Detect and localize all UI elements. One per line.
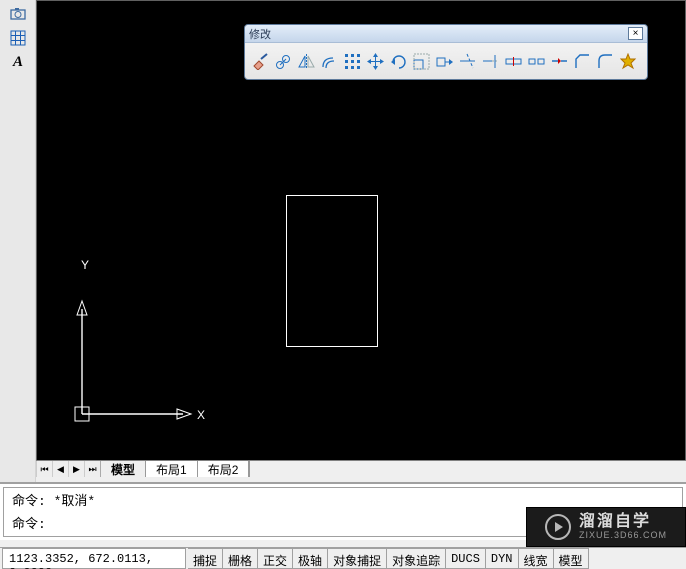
chamfer-icon[interactable]: [573, 49, 592, 73]
watermark-url: ZIXUE.3D66.COM: [579, 531, 667, 541]
ucs-icon: Y X: [55, 249, 215, 449]
tab-layout2[interactable]: 布局2: [198, 461, 250, 477]
modify-toolbar-title: 修改: [249, 26, 628, 42]
layout-tabs: ⏮ ◀ ▶ ⏭ 模型 布局1 布局2: [36, 460, 686, 477]
svg-text:Y: Y: [81, 258, 89, 272]
rotate-icon[interactable]: [389, 49, 408, 73]
array-icon[interactable]: [343, 49, 362, 73]
toggle-otrack[interactable]: 对象追踪: [387, 548, 446, 569]
move-icon[interactable]: [366, 49, 385, 73]
toggle-grid[interactable]: 栅格: [223, 548, 258, 569]
status-bar: 1123.3352, 672.0113, 0.0000 捕捉 栅格 正交 极轴 …: [0, 547, 686, 569]
text-icon[interactable]: A: [8, 52, 28, 72]
left-toolbar: A: [0, 0, 36, 482]
svg-text:X: X: [197, 408, 205, 422]
fillet-icon[interactable]: [596, 49, 615, 73]
toggle-ducs[interactable]: DUCS: [446, 548, 486, 569]
scale-icon[interactable]: [412, 49, 431, 73]
tab-layout1[interactable]: 布局1: [146, 461, 198, 477]
join-icon[interactable]: [550, 49, 569, 73]
toggle-snap[interactable]: 捕捉: [188, 548, 223, 569]
explode-icon[interactable]: [619, 49, 638, 73]
tab-model[interactable]: 模型: [101, 461, 146, 477]
play-icon: [545, 514, 571, 540]
tab-nav-first[interactable]: ⏮: [36, 461, 52, 477]
drawing-canvas[interactable]: Y X 修改 ×: [36, 0, 686, 470]
toggle-dyn[interactable]: DYN: [486, 548, 519, 569]
extend-icon[interactable]: [481, 49, 500, 73]
copy-icon[interactable]: [274, 49, 293, 73]
trim-icon[interactable]: [458, 49, 477, 73]
toggle-ortho[interactable]: 正交: [258, 548, 293, 569]
break-icon[interactable]: [527, 49, 546, 73]
offset-icon[interactable]: [320, 49, 339, 73]
grid-icon[interactable]: [8, 28, 28, 48]
rectangle-entity[interactable]: [286, 195, 378, 347]
modify-toolbar: 修改 ×: [244, 24, 648, 80]
toggle-polar[interactable]: 极轴: [293, 548, 328, 569]
stretch-icon[interactable]: [435, 49, 454, 73]
close-icon[interactable]: ×: [628, 27, 643, 40]
coordinate-display: 1123.3352, 672.0113, 0.0000: [2, 548, 186, 569]
watermark-title: 溜溜自学: [579, 513, 667, 531]
mirror-icon[interactable]: [297, 49, 316, 73]
erase-icon[interactable]: [251, 49, 270, 73]
toggle-lwt[interactable]: 线宽: [519, 548, 554, 569]
watermark: 溜溜自学 ZIXUE.3D66.COM: [526, 507, 686, 547]
tab-nav-next[interactable]: ▶: [68, 461, 84, 477]
tab-nav-prev[interactable]: ◀: [52, 461, 68, 477]
modify-toolbar-titlebar[interactable]: 修改 ×: [245, 25, 647, 43]
break-at-point-icon[interactable]: [504, 49, 523, 73]
toggle-model[interactable]: 模型: [554, 548, 589, 569]
toggle-osnap[interactable]: 对象捕捉: [328, 548, 387, 569]
tab-nav-last[interactable]: ⏭: [84, 461, 100, 477]
camera-icon[interactable]: [8, 4, 28, 24]
